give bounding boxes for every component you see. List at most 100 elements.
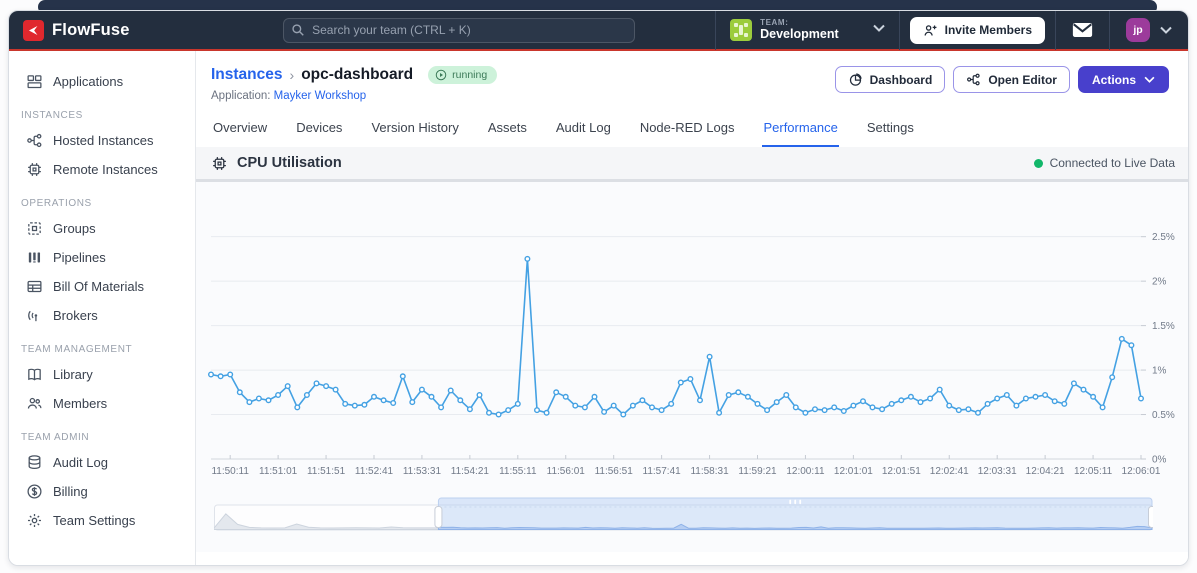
pipelines-icon (28, 252, 41, 263)
sidebar-section-team-management: TEAM MANAGEMENT (21, 344, 133, 355)
app-window: FlowFuse TEAM: Develop (8, 10, 1189, 566)
svg-text:11:50:11: 11:50:11 (211, 466, 249, 477)
svg-text:11:51:51: 11:51:51 (307, 466, 346, 477)
notifications-button[interactable] (1066, 22, 1099, 38)
svg-text:12:04:21: 12:04:21 (1026, 466, 1065, 477)
avatar: jp (1126, 18, 1150, 42)
sidebar-item-billing[interactable]: Billing (9, 477, 195, 506)
search-icon (291, 23, 305, 42)
main-content: Instances › opc-dashboard running Applic… (196, 51, 1188, 565)
sidebar-section-operations: OPERATIONS (21, 198, 92, 209)
application-link[interactable]: Mayker Workshop (274, 90, 366, 102)
live-dot-icon (1033, 158, 1043, 168)
invite-members-button[interactable]: Invite Members (909, 16, 1045, 44)
navbar-divider (898, 11, 900, 50)
flowfuse-logo[interactable]: FlowFuse (23, 19, 130, 41)
chevron-down-icon (1160, 26, 1172, 34)
sidebar-item-label: Pipelines (53, 250, 106, 265)
svg-text:12:03:31: 12:03:31 (978, 466, 1017, 477)
svg-text:0%: 0% (1152, 455, 1167, 466)
sidebar-item-audit-log[interactable]: Audit Log (9, 448, 195, 477)
sidebar-item-applications[interactable]: Applications (9, 67, 195, 96)
status-badge: running (428, 66, 498, 84)
svg-text:11:52:41: 11:52:41 (355, 466, 394, 477)
dashboard-button-label: Dashboard (869, 72, 933, 87)
billing-icon (27, 484, 42, 499)
user-menu[interactable]: jp (1120, 18, 1178, 42)
panel-title-label: CPU Utilisation (237, 155, 342, 171)
status-badge-label: running (452, 69, 488, 81)
sidebar-item-label: Library (53, 367, 93, 382)
tab-overview[interactable]: Overview (212, 118, 268, 147)
sidebar-item-remote-instances[interactable]: Remote Instances (9, 155, 195, 184)
svg-text:11:57:41: 11:57:41 (643, 466, 682, 477)
brush-handle-right[interactable] (1148, 506, 1156, 528)
chevron-down-icon (1144, 76, 1155, 83)
library-icon (28, 368, 41, 381)
open-editor-button[interactable]: Open Editor (953, 66, 1070, 93)
tab-settings[interactable]: Settings (866, 118, 915, 147)
groups-icon (28, 222, 41, 235)
svg-text:12:01:01: 12:01:01 (834, 466, 873, 477)
svg-text:1.5%: 1.5% (1152, 321, 1175, 332)
sidebar-item-groups[interactable]: Groups (9, 214, 195, 243)
sidebar-item-label: Audit Log (53, 455, 108, 470)
sidebar-item-hosted-instances[interactable]: Hosted Instances (9, 126, 195, 155)
person-plus-icon (924, 24, 937, 36)
team-switcher[interactable]: TEAM: Development (726, 18, 889, 42)
sidebar: Applications INSTANCES Hosted Instances … (9, 51, 196, 565)
sidebar-item-label: Bill Of Materials (53, 279, 145, 294)
tab-version-history[interactable]: Version History (370, 118, 459, 147)
sidebar-item-label: Team Settings (53, 513, 136, 528)
remote-instances-icon (28, 163, 41, 176)
svg-text:12:05:11: 12:05:11 (1074, 466, 1113, 477)
brokers-icon (28, 310, 38, 322)
sidebar-item-label: Applications (53, 74, 124, 89)
actions-button[interactable]: Actions (1077, 66, 1169, 93)
sidebar-item-bill-of-materials[interactable]: Bill Of Materials (9, 272, 195, 301)
brush-handle-left[interactable] (434, 506, 443, 528)
dashboard-button[interactable]: Dashboard (834, 66, 946, 93)
sidebar-item-library[interactable]: Library (9, 360, 195, 389)
svg-text:12:00:11: 12:00:11 (786, 466, 825, 477)
navbar-divider (1055, 11, 1056, 50)
gear-icon (27, 513, 42, 528)
team-avatar-icon (730, 18, 753, 41)
svg-text:11:58:31: 11:58:31 (690, 466, 729, 477)
sidebar-item-brokers[interactable]: Brokers (9, 301, 195, 330)
sidebar-item-label: Billing (53, 484, 88, 499)
navbar-divider (1109, 11, 1110, 50)
tab-node-red-logs[interactable]: Node-RED Logs (639, 118, 736, 147)
sidebar-item-pipelines[interactable]: Pipelines (9, 243, 195, 272)
invite-members-label: Invite Members (944, 23, 1032, 37)
sidebar-item-team-settings[interactable]: Team Settings (9, 506, 195, 535)
svg-text:2.5%: 2.5% (1152, 232, 1175, 243)
actions-button-label: Actions (1091, 72, 1136, 87)
application-line: Application: Mayker Workshop (211, 90, 497, 102)
chart-area: 0% 0.5% 1% 1.5% 2% 2.5% 11:50:11 11:51:01 11:51:… (196, 182, 1188, 552)
tab-performance[interactable]: Performance (762, 118, 839, 147)
play-circle-icon (435, 69, 447, 81)
cpu-line-chart: 0% 0.5% 1% 1.5% 2% 2.5% 11:50:11 11:51:01 11:51:… (207, 232, 1175, 477)
sidebar-section-team-admin: TEAM ADMIN (21, 432, 90, 443)
live-data-label: Connected to Live Data (1049, 156, 1175, 170)
sidebar-item-label: Hosted Instances (53, 133, 154, 148)
chart-range-brush[interactable] (213, 497, 1156, 531)
open-editor-button-label: Open Editor (988, 72, 1057, 87)
sidebar-section-instances: INSTANCES (21, 110, 83, 121)
panel-title: CPU Utilisation (211, 155, 342, 172)
svg-text:11:59:21: 11:59:21 (738, 466, 777, 477)
audit-log-icon (28, 455, 41, 470)
tab-assets[interactable]: Assets (487, 118, 528, 147)
chevron-down-icon (872, 24, 885, 35)
tab-devices[interactable]: Devices (295, 118, 343, 147)
instance-tabs: Overview Devices Version History Assets … (211, 118, 1169, 147)
tab-audit-log[interactable]: Audit Log (555, 118, 612, 147)
live-data-status: Connected to Live Data (1033, 156, 1175, 170)
breadcrumb-instances-link[interactable]: Instances (211, 66, 283, 84)
application-label: Application: (211, 90, 271, 102)
navbar-divider (715, 11, 717, 50)
cpu-icon (213, 156, 226, 170)
search-input[interactable] (283, 17, 636, 43)
sidebar-item-members[interactable]: Members (9, 389, 195, 418)
